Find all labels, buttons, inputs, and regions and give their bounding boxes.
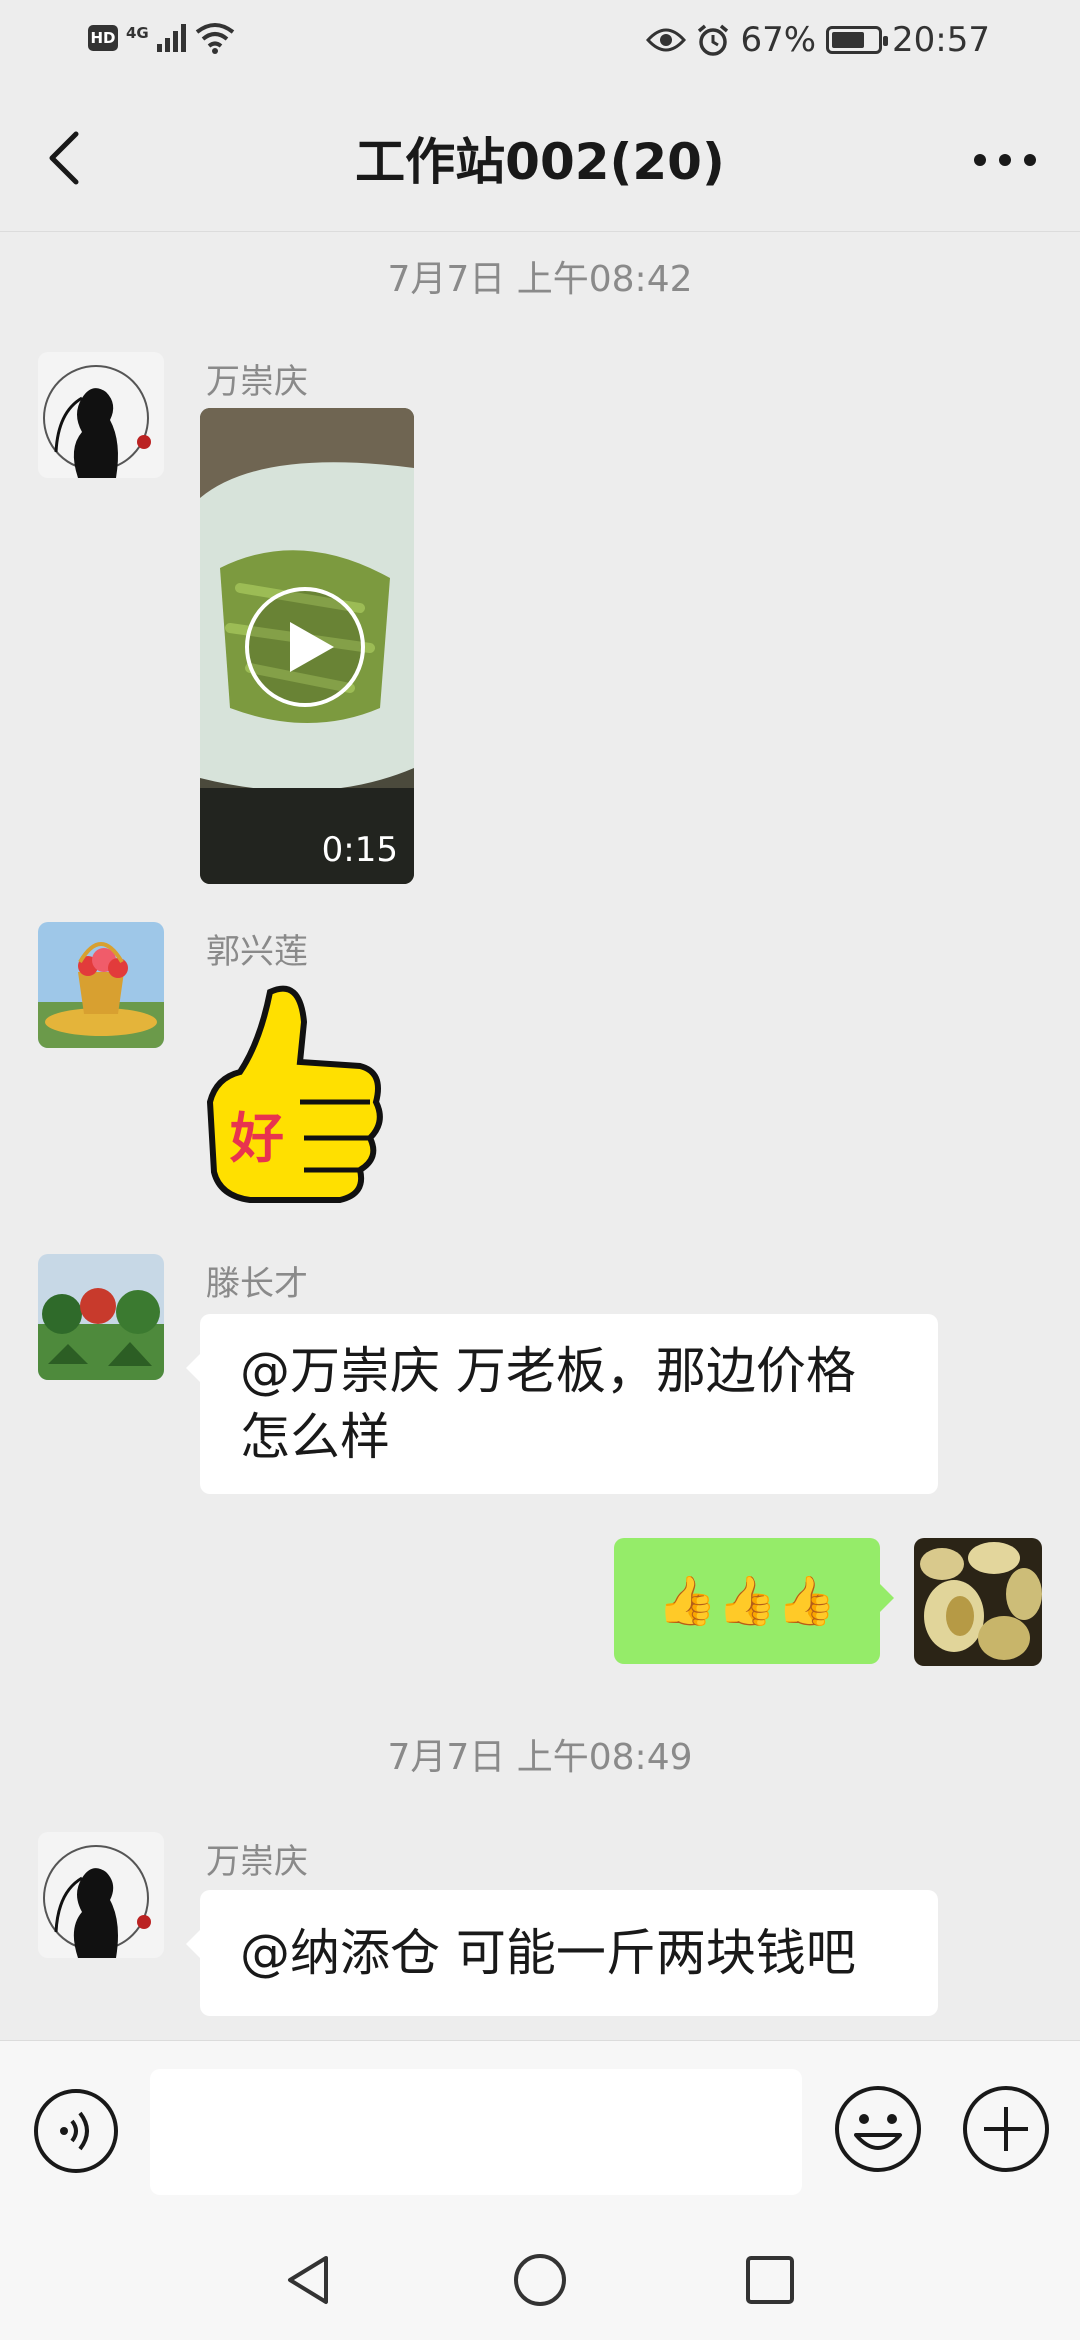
- circle-home-icon: [514, 2254, 566, 2306]
- more-icon: [974, 154, 1036, 166]
- status-right: 67% 20:57: [646, 20, 990, 60]
- more-functions-button[interactable]: [960, 2083, 1052, 2175]
- avatar-silhouette-image: [38, 352, 164, 478]
- timestamp: 7月7日 上午08:42: [387, 259, 693, 300]
- avatar[interactable]: [38, 352, 164, 478]
- message-bubble[interactable]: @纳添仓 可能一斤两块钱吧: [186, 1890, 938, 2016]
- hd-icon: HD: [88, 25, 118, 51]
- battery-icon: [826, 26, 889, 54]
- sender-name: 万崇庆: [206, 362, 308, 402]
- nav-recent-button[interactable]: [740, 2250, 800, 2310]
- chat-title: 工作站002(20): [355, 133, 725, 191]
- sender-name: 滕长才: [206, 1264, 308, 1304]
- avatar[interactable]: [38, 922, 164, 1048]
- emoji-icon: [835, 2086, 921, 2172]
- sender-name: 郭兴莲: [206, 932, 308, 972]
- avatar[interactable]: [38, 1254, 164, 1380]
- message-text-line: @万崇庆 万老板，那边价格: [240, 1342, 856, 1400]
- nav-home-button[interactable]: [510, 2250, 570, 2310]
- thumbs-up-sticker-image: 好: [206, 985, 383, 1203]
- avatar-silhouette-image: [38, 1832, 164, 1958]
- system-nav-bar: [0, 2220, 1080, 2340]
- chat-header: 工作站002(20): [0, 80, 1080, 232]
- eye-icon: [646, 28, 687, 52]
- square-recent-icon: [746, 2256, 794, 2304]
- input-bar: [0, 2040, 1080, 2220]
- voice-button[interactable]: [32, 2087, 120, 2175]
- status-bar: HD 4G 67% 20:57: [0, 0, 1080, 80]
- voice-icon: [34, 2089, 118, 2173]
- network-type: 4G: [126, 24, 149, 42]
- play-icon: [245, 587, 365, 707]
- nav-back-button[interactable]: [280, 2250, 340, 2310]
- message-input[interactable]: [150, 2069, 802, 2195]
- signal-icon: [156, 24, 186, 52]
- my-message-bubble[interactable]: 👍👍👍: [614, 1538, 894, 1664]
- wifi-icon: [195, 23, 234, 54]
- timestamp: 7月7日 上午08:49: [387, 1737, 693, 1778]
- battery-percent: 67%: [740, 20, 817, 60]
- avatar[interactable]: [38, 1832, 164, 1958]
- emoji-button[interactable]: [832, 2083, 924, 2175]
- triangle-back-icon: [288, 2256, 328, 2304]
- status-left: HD 4G: [88, 22, 235, 54]
- chat-area[interactable]: 7月7日 上午08:42 万崇庆 0:15 郭兴莲 好 滕长才 @万崇庆 万老板…: [0, 232, 1080, 2040]
- my-avatar[interactable]: [914, 1538, 1042, 1666]
- clock: 20:57: [892, 20, 990, 60]
- alarm-icon: [698, 24, 729, 56]
- message-text: @纳添仓 可能一斤两块钱吧: [240, 1924, 856, 1982]
- play-button[interactable]: [242, 584, 368, 710]
- video-message[interactable]: 0:15: [200, 408, 414, 884]
- video-duration: 0:15: [321, 830, 398, 870]
- thumbs-up-emojis: 👍👍👍: [657, 1573, 837, 1629]
- sticker-text: 好: [229, 1107, 284, 1170]
- message-text-line: 怎么样: [240, 1408, 390, 1466]
- avatar-melons-image: [914, 1538, 1042, 1666]
- avatar-flower-basket-image: [38, 922, 164, 1048]
- sticker-message[interactable]: 好: [200, 982, 384, 1212]
- plus-icon: [963, 2086, 1049, 2172]
- more-button[interactable]: [970, 140, 1040, 180]
- message-bubble[interactable]: @万崇庆 万老板，那边价格 怎么样: [186, 1314, 938, 1494]
- sender-name: 万崇庆: [206, 1842, 308, 1882]
- avatar-garden-image: [38, 1254, 164, 1380]
